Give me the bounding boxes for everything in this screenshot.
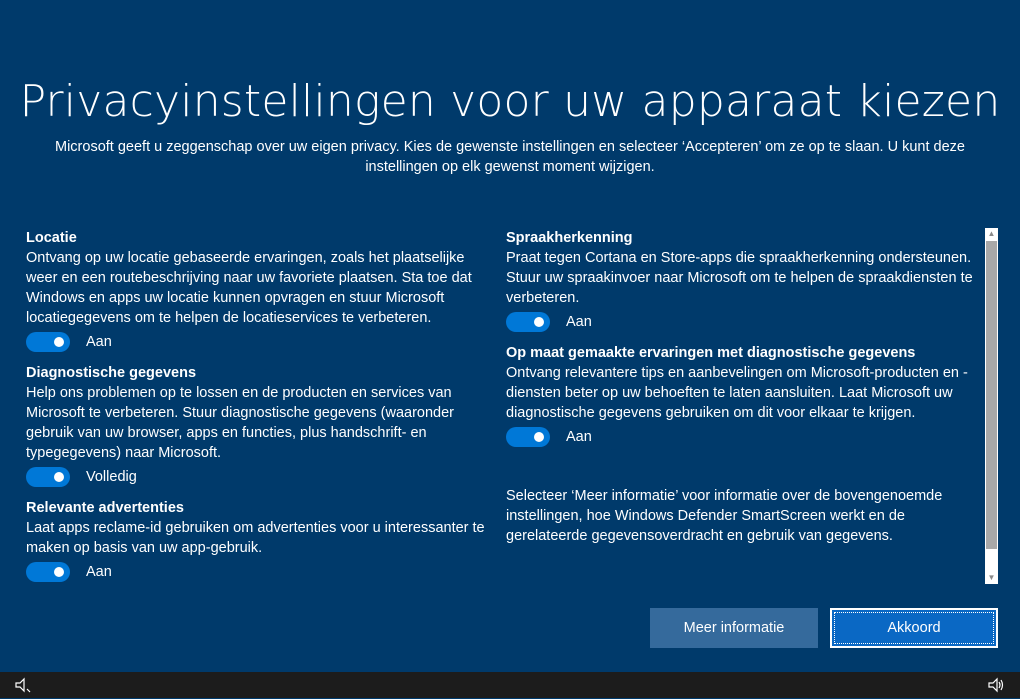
setting-relevant-ads: Relevante advertenties Laat apps reclame… xyxy=(26,498,488,584)
setting-title: Op maat gemaakte ervaringen met diagnost… xyxy=(506,345,916,361)
toggle-state-label: Aan xyxy=(566,314,592,330)
scroll-down-arrow-icon[interactable]: ▼ xyxy=(985,572,998,584)
setting-description: Ontvang op uw locatie gebaseerde ervarin… xyxy=(26,250,472,326)
toggle-knob xyxy=(54,337,64,347)
toggle-state-label: Aan xyxy=(566,429,592,445)
scrollbar-thumb[interactable] xyxy=(986,241,997,549)
toggle-state-label: Volledig xyxy=(86,469,137,485)
volume-icon-glyph xyxy=(988,677,1004,693)
vertical-scrollbar[interactable]: ▲ ▼ xyxy=(985,228,998,584)
toggle-knob xyxy=(54,472,64,482)
relevant-ads-toggle[interactable] xyxy=(26,562,70,582)
taskbar xyxy=(0,672,1020,698)
setting-title: Relevante advertenties xyxy=(26,500,184,516)
setting-description: Laat apps reclame-id gebruiken om advert… xyxy=(26,520,485,556)
setting-description: Help ons problemen op te lossen en de pr… xyxy=(26,385,454,461)
toggle-knob xyxy=(54,567,64,577)
settings-column-right: Spraakherkenning Praat tegen Cortana en … xyxy=(506,228,978,546)
setting-title: Diagnostische gegevens xyxy=(26,365,197,381)
toggle-state-label: Aan xyxy=(86,334,112,350)
speech-recognition-toggle[interactable] xyxy=(506,312,550,332)
setting-title: Spraakherkenning xyxy=(506,230,633,246)
setting-tailored-experiences: Op maat gemaakte ervaringen met diagnost… xyxy=(506,343,978,451)
settings-column-left: Locatie Ontvang op uw locatie gebaseerde… xyxy=(26,228,488,584)
setting-speech-recognition: Spraakherkenning Praat tegen Cortana en … xyxy=(506,228,978,336)
toggle-state-label: Aan xyxy=(86,564,112,580)
page-subtitle: Microsoft geeft u zeggenschap over uw ei… xyxy=(55,139,965,175)
page-title: Privacyinstellingen voor uw apparaat kie… xyxy=(19,76,1001,127)
diagnostic-data-toggle[interactable] xyxy=(26,467,70,487)
more-info-button[interactable]: Meer informatie xyxy=(650,608,818,648)
scroll-up-arrow-icon[interactable]: ▲ xyxy=(985,228,998,240)
volume-icon[interactable] xyxy=(986,676,1006,696)
tailored-experiences-toggle[interactable] xyxy=(506,427,550,447)
settings-scroll-area[interactable]: Locatie Ontvang op uw locatie gebaseerde… xyxy=(26,228,984,584)
setting-title: Locatie xyxy=(26,230,77,246)
more-info-description: Selecteer ‘Meer informatie’ voor informa… xyxy=(506,488,943,544)
setting-description: Praat tegen Cortana en Store-apps die sp… xyxy=(506,250,973,306)
location-toggle[interactable] xyxy=(26,332,70,352)
toggle-knob xyxy=(534,317,544,327)
ease-of-access-icon-glyph xyxy=(15,677,31,693)
setting-description: Ontvang relevantere tips en aanbevelinge… xyxy=(506,365,968,421)
ease-of-access-icon[interactable] xyxy=(12,676,32,696)
accept-button[interactable]: Akkoord xyxy=(830,608,998,648)
setting-location: Locatie Ontvang op uw locatie gebaseerde… xyxy=(26,228,488,356)
setting-diagnostic-data: Diagnostische gegevens Help ons probleme… xyxy=(26,363,488,491)
toggle-knob xyxy=(534,432,544,442)
